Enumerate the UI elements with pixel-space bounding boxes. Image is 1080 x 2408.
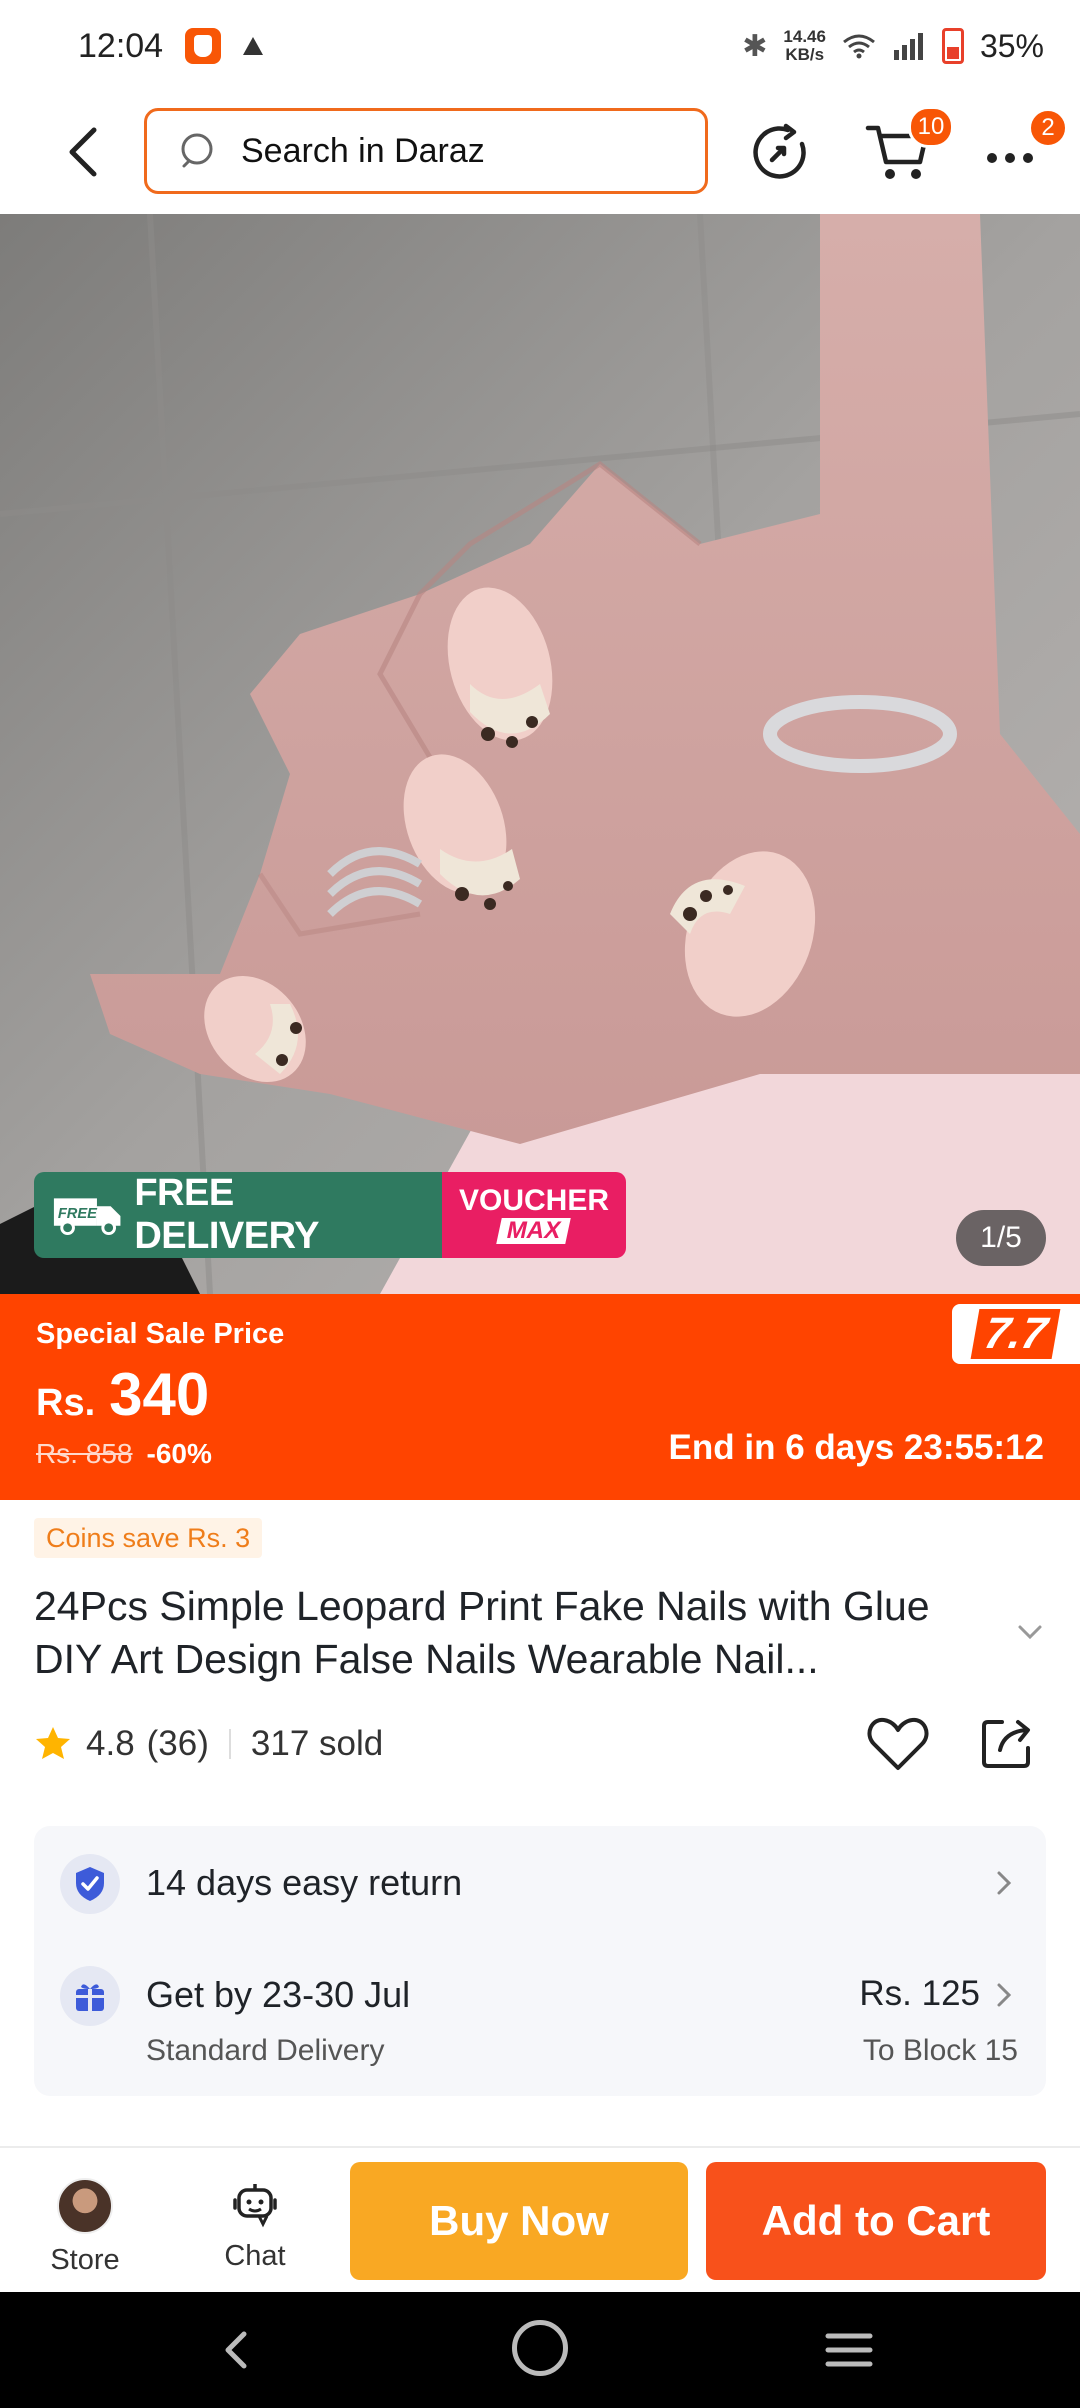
network-speed-value: 14.46 bbox=[783, 27, 826, 46]
chat-label: Chat bbox=[224, 2240, 286, 2272]
rating-row[interactable]: 4.8 (36) 317 sold bbox=[34, 1716, 383, 1772]
return-policy-row[interactable]: 14 days easy return bbox=[34, 1826, 1046, 1940]
price-row: Rs. 340 bbox=[36, 1360, 209, 1429]
chat-bot-icon bbox=[233, 2184, 277, 2228]
delivery-truck-icon: FREE bbox=[53, 1198, 121, 1236]
coins-badge: Coins save Rs. 3 bbox=[34, 1518, 263, 1558]
sale-label: Special Sale Price bbox=[36, 1318, 285, 1350]
heart-icon bbox=[867, 1717, 929, 1770]
delivery-date: Get by 23-30 Jul bbox=[146, 1974, 411, 2015]
signal-icon bbox=[892, 32, 926, 60]
original-price: Rs. 858 bbox=[36, 1438, 133, 1469]
refresh-icon bbox=[753, 123, 806, 179]
nav-home-icon[interactable] bbox=[512, 2320, 568, 2376]
campaign-label: 7.7 bbox=[970, 1309, 1061, 1359]
free-delivery-badge: FREE FREE DELIVERY bbox=[34, 1172, 442, 1258]
network-speed: 14.46 KB/s bbox=[783, 28, 826, 64]
add-to-cart-button[interactable]: Add to Cart bbox=[706, 2162, 1046, 2280]
delivery-destination: To Block 15 bbox=[862, 2034, 1018, 2067]
return-policy-label: 14 days easy return bbox=[146, 1862, 463, 1903]
discount-percent: -60% bbox=[146, 1438, 212, 1469]
free-tag: FREE bbox=[58, 1206, 98, 1222]
more-dots-icon bbox=[987, 153, 1033, 163]
bottom-action-bar: Store Chat Buy Now Add to Cart bbox=[0, 2146, 1080, 2292]
nav-menu-icon[interactable] bbox=[824, 2330, 874, 2370]
chat-button[interactable]: Chat bbox=[200, 2178, 310, 2278]
voucher-max-label: MAX bbox=[496, 1217, 572, 1244]
price-currency: Rs. bbox=[36, 1382, 96, 1424]
search-icon bbox=[181, 133, 213, 168]
divider bbox=[228, 1729, 231, 1759]
image-counter: 1/5 bbox=[956, 1210, 1046, 1266]
search-input[interactable]: Search in Daraz bbox=[144, 108, 708, 194]
refresh-button[interactable] bbox=[750, 122, 810, 182]
battery-percent: 35% bbox=[979, 27, 1044, 64]
top-header: Search in Daraz 10 2 bbox=[0, 100, 1080, 212]
warning-icon bbox=[243, 37, 264, 55]
delivery-row[interactable]: Get by 23-30 Jul Standard Delivery Rs. 1… bbox=[34, 1940, 1046, 2096]
network-speed-unit: KB/s bbox=[785, 45, 825, 64]
wishlist-button[interactable] bbox=[866, 1714, 930, 1774]
status-bar: 12:04 ✱ 14.46 KB/s 35% bbox=[0, 0, 1080, 92]
product-photo bbox=[0, 214, 1080, 1294]
voucher-max-badge: VOUCHER MAX bbox=[442, 1172, 626, 1258]
original-price-row: Rs. 858 -60% bbox=[36, 1438, 212, 1470]
product-image-gallery[interactable] bbox=[0, 214, 1080, 1294]
more-options-button[interactable] bbox=[982, 134, 1038, 174]
chevron-down-icon[interactable] bbox=[1016, 1622, 1044, 1642]
store-avatar bbox=[57, 2178, 113, 2234]
status-time: 12:04 bbox=[78, 26, 164, 65]
star-icon bbox=[36, 1727, 70, 1759]
sale-countdown: End in 6 days 23:55:12 bbox=[668, 1428, 1044, 1467]
bluetooth-icon: ✱ bbox=[742, 29, 768, 63]
gift-box-icon bbox=[60, 1966, 120, 2026]
sale-price: 340 bbox=[109, 1361, 210, 1428]
nav-back-icon[interactable] bbox=[206, 2320, 266, 2380]
battery-icon bbox=[941, 28, 964, 64]
delivery-type: Standard Delivery bbox=[146, 2034, 385, 2067]
share-icon bbox=[982, 1720, 1030, 1768]
campaign-logo: 7.7 bbox=[952, 1304, 1080, 1364]
more-options-badge: 2 bbox=[1028, 108, 1068, 148]
delivery-fee: Rs. 125 bbox=[859, 1974, 980, 2013]
free-delivery-label: FREE DELIVERY bbox=[134, 1172, 319, 1257]
wifi-icon bbox=[842, 33, 876, 59]
back-arrow-icon bbox=[69, 127, 97, 177]
review-count: (36) bbox=[146, 1724, 209, 1763]
chevron-right-icon bbox=[997, 1983, 1012, 2007]
price-section: Special Sale Price Rs. 340 Rs. 858 -60% … bbox=[0, 1294, 1080, 1500]
cart-count-badge: 10 bbox=[908, 106, 954, 148]
system-nav-bar bbox=[0, 2292, 1080, 2408]
promo-banner: FREE FREE DELIVERY VOUCHER MAX bbox=[34, 1172, 626, 1258]
buy-now-button[interactable]: Buy Now bbox=[350, 2162, 688, 2280]
shield-check-icon bbox=[60, 1854, 120, 1914]
search-placeholder: Search in Daraz bbox=[241, 131, 485, 170]
share-button[interactable] bbox=[978, 1714, 1036, 1772]
service-card: 14 days easy return Get by 23-30 Jul Sta… bbox=[34, 1826, 1046, 2096]
back-button[interactable] bbox=[52, 122, 112, 182]
chevron-right-icon bbox=[997, 1871, 1012, 1895]
store-button[interactable]: Store bbox=[30, 2178, 140, 2278]
product-title[interactable]: 24Pcs Simple Leopard Print Fake Nails wi… bbox=[34, 1580, 994, 1686]
sold-count: 317 sold bbox=[250, 1724, 384, 1763]
rating-value: 4.8 bbox=[86, 1724, 135, 1763]
voucher-label: VOUCHER bbox=[458, 1184, 609, 1217]
store-label: Store bbox=[50, 2244, 120, 2276]
daraz-notification-icon bbox=[185, 28, 222, 64]
